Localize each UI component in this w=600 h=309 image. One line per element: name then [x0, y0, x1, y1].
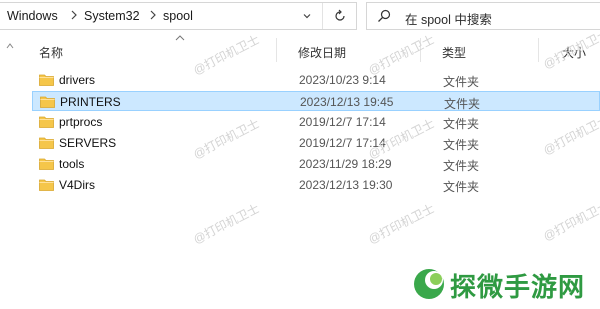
brand-text: 探微手游网	[450, 273, 586, 303]
search-box[interactable]: 在 spool 中搜索	[366, 2, 600, 30]
file-type: 文件夹	[443, 117, 480, 131]
file-type: 文件夹	[443, 75, 480, 89]
brand-watermark: 探微手游网	[412, 265, 600, 303]
leaf-logo-icon	[414, 269, 444, 299]
search-icon	[378, 9, 391, 22]
column-header-type[interactable]: 类型	[421, 38, 538, 62]
vertical-scrollbar[interactable]	[6, 41, 14, 309]
toolbar: Windows System32 spool 在 spool 中搜索	[0, 0, 600, 33]
file-name: SERVERS	[59, 136, 117, 150]
file-date: 2023/12/13 19:45	[300, 95, 394, 109]
folder-icon	[40, 96, 55, 108]
file-row-v4dirs[interactable]: V4Dirs 2023/12/13 19:30 文件夹	[32, 175, 600, 195]
folder-icon	[39, 137, 54, 149]
refresh-button[interactable]	[322, 3, 356, 29]
file-name: V4Dirs	[59, 178, 96, 192]
folder-icon	[39, 74, 54, 86]
column-header-row: 名称 修改日期 类型 大小	[20, 35, 600, 62]
folder-icon	[39, 179, 54, 191]
column-header-date-label: 修改日期	[298, 46, 347, 60]
file-date: 2019/12/7 17:14	[299, 115, 386, 129]
watermark-text: @打印机卫士	[540, 198, 600, 244]
column-header-name-label: 名称	[39, 46, 64, 60]
breadcrumb-windows[interactable]: Windows	[7, 9, 58, 23]
file-date: 2023/12/13 19:30	[299, 178, 393, 192]
file-name: tools	[59, 157, 85, 171]
file-type: 文件夹	[444, 97, 481, 111]
file-type: 文件夹	[443, 180, 480, 194]
file-name: prtprocs	[59, 115, 103, 129]
watermark-text: @打印机卫士	[365, 201, 437, 247]
folder-icon	[39, 116, 54, 128]
file-row-tools[interactable]: tools 2023/11/29 18:29 文件夹	[32, 154, 600, 174]
file-name: PRINTERS	[60, 95, 121, 109]
scroll-up-icon[interactable]	[6, 41, 14, 51]
file-row-prtprocs[interactable]: prtprocs 2019/12/7 17:14 文件夹	[32, 112, 600, 132]
search-input[interactable]: 在 spool 中搜索	[405, 9, 492, 28]
file-row-printers[interactable]: PRINTERS 2023/12/13 19:45 文件夹	[32, 91, 600, 111]
sort-up-icon	[175, 35, 185, 41]
file-type: 文件夹	[443, 159, 480, 173]
file-name: drivers	[59, 73, 96, 87]
watermark-text: @打印机卫士	[190, 201, 262, 247]
address-dropdown-button[interactable]	[292, 3, 322, 29]
breadcrumb-spool[interactable]: spool	[163, 9, 193, 23]
file-row-servers[interactable]: SERVERS 2019/12/7 17:14 文件夹	[32, 133, 600, 153]
folder-icon	[39, 158, 54, 170]
file-type: 文件夹	[443, 138, 480, 152]
column-header-type-label: 类型	[442, 46, 467, 60]
refresh-icon	[335, 9, 345, 21]
address-bar[interactable]: Windows System32 spool	[0, 2, 357, 30]
chevron-down-icon	[303, 14, 311, 19]
file-row-drivers[interactable]: drivers 2023/10/23 9:14 文件夹	[32, 70, 600, 90]
breadcrumb-system32[interactable]: System32	[84, 9, 140, 23]
chevron-right-icon[interactable]	[148, 8, 158, 22]
chevron-right-icon[interactable]	[69, 8, 79, 22]
